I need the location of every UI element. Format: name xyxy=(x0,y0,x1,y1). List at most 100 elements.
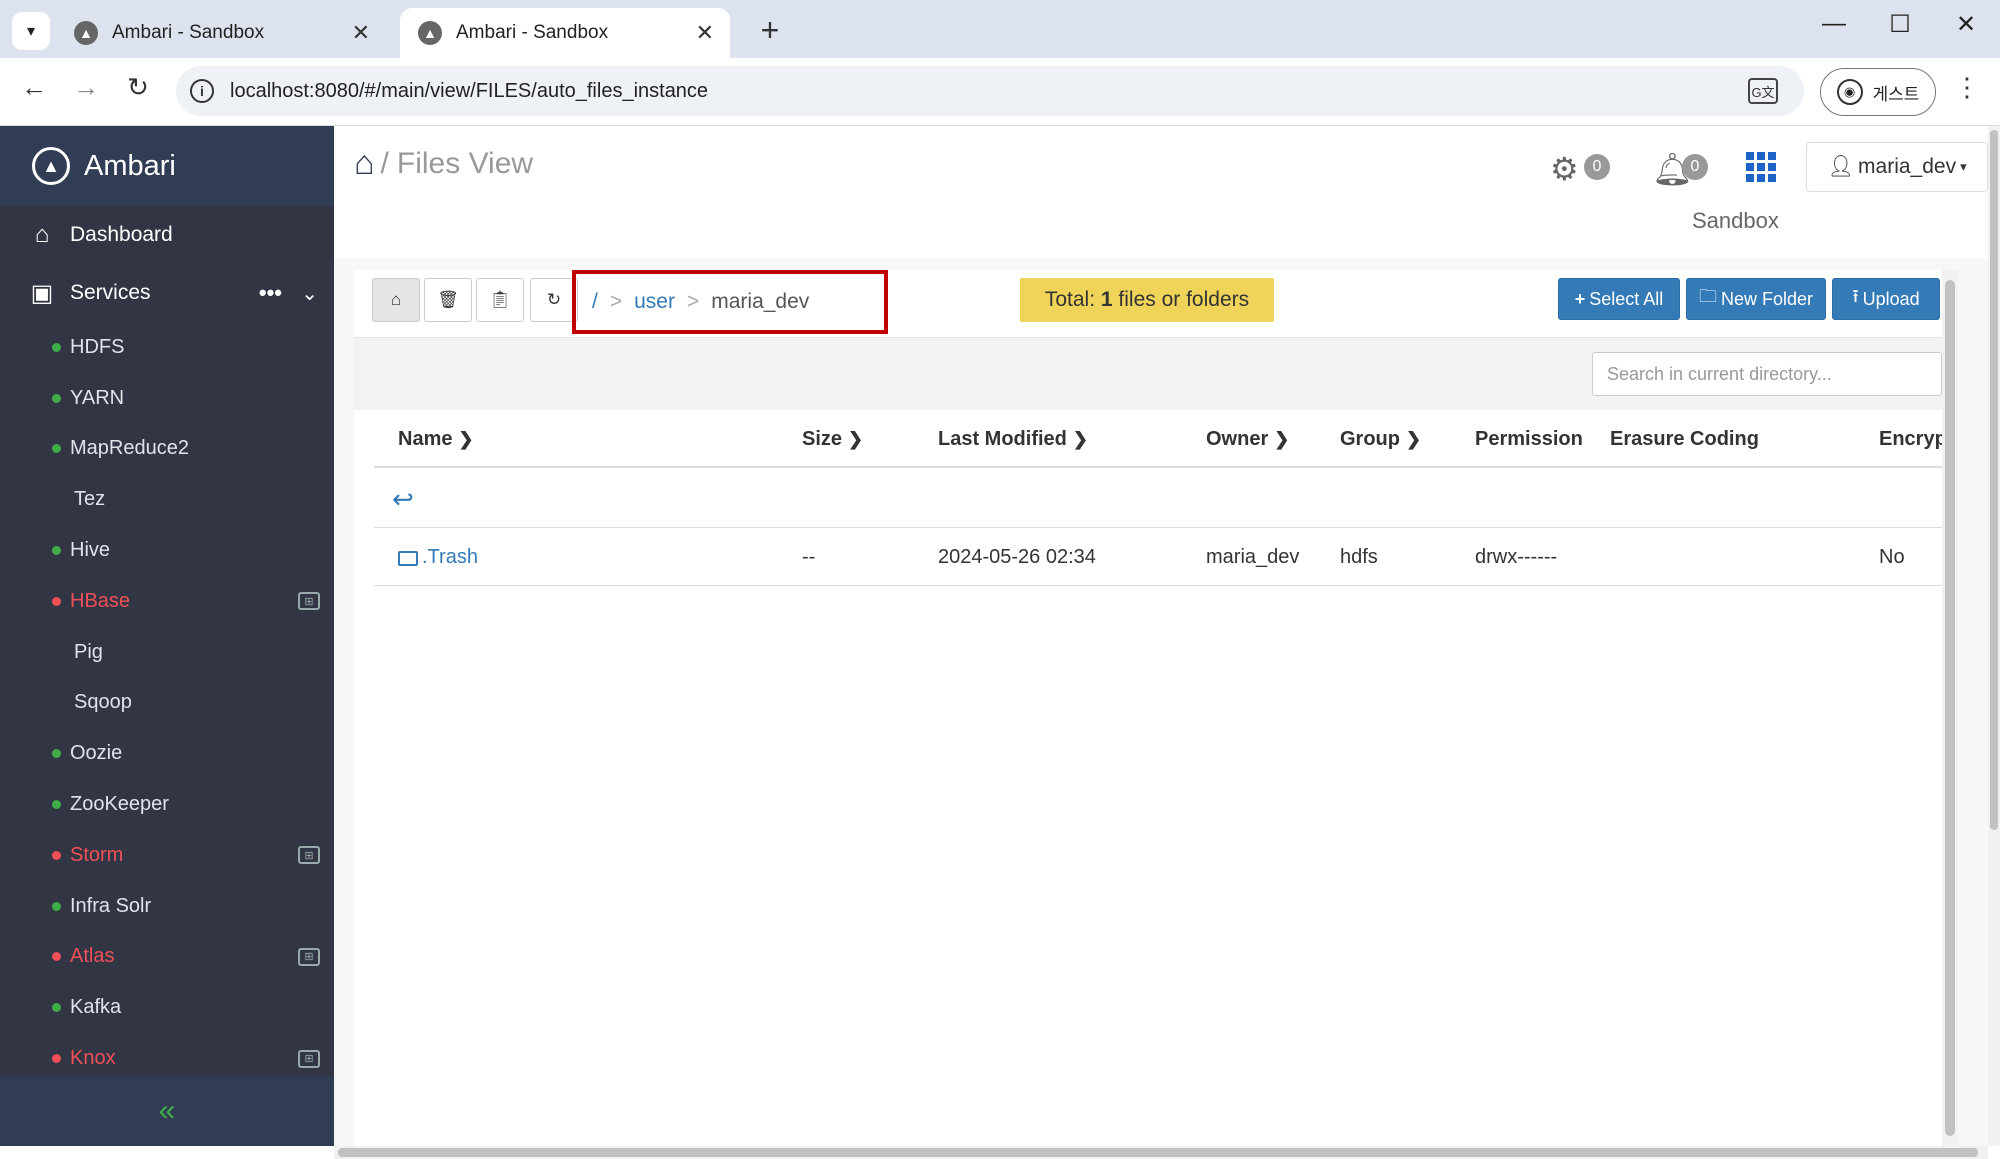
sidebar-item-label: ZooKeeper xyxy=(70,793,169,816)
sidebar-item-mapreduce2[interactable]: MapReduce2 xyxy=(0,424,334,475)
column-header-encrypted: Encryp xyxy=(1879,427,1942,450)
sidebar-item-sqoop[interactable]: Sqoop xyxy=(0,678,334,729)
reload-icon[interactable]: ↻ xyxy=(118,72,158,103)
forward-icon[interactable]: → xyxy=(66,72,106,103)
maintenance-mode-icon: ⊞ xyxy=(298,1049,320,1068)
page-title: Files View xyxy=(396,146,534,180)
sidebar-item-yarn[interactable]: YARN xyxy=(0,373,334,424)
caret-down-icon: ▾ xyxy=(1960,159,1967,174)
sidebar-item-label: HBase xyxy=(70,589,131,612)
scrollbar-thumb[interactable] xyxy=(338,1148,1978,1157)
search-input[interactable]: Search in current directory... xyxy=(1592,352,1942,396)
status-dot-icon xyxy=(52,393,61,403)
sidebar-item-label: Knox xyxy=(70,1047,116,1070)
sidebar-item-label: HDFS xyxy=(70,335,125,358)
new-folder-button[interactable]: 🗀 New Folder xyxy=(1686,278,1826,320)
top-header: ⌂ / Files View ⚙ 0 🔔︎ 0 👤︎ maria_dev ▾ S… xyxy=(334,126,1988,258)
alerts-count-badge: 0 xyxy=(1682,154,1708,180)
total-count: 1 xyxy=(1100,288,1113,311)
status-dot-icon xyxy=(52,901,61,911)
url-text[interactable]: localhost:8080/#/main/view/FILES/auto_fi… xyxy=(230,80,1748,103)
double-chevron-left-icon: « xyxy=(158,1094,176,1127)
profile-button[interactable]: ◉ 게스트 xyxy=(1820,68,1936,116)
sidebar-item-zookeeper[interactable]: ZooKeeper xyxy=(0,779,334,830)
files-view-content: ⌂ 🗑︎ 📋︎ ↻ / > user > maria_dev Total: 1 … xyxy=(334,258,1988,1146)
sidebar-item-label: Sqoop xyxy=(74,691,132,714)
site-info-icon[interactable]: i xyxy=(190,79,214,103)
minimize-icon[interactable]: — xyxy=(1814,10,1854,38)
select-all-button[interactable]: + Select All xyxy=(1558,278,1680,320)
file-name-link[interactable]: .Trash xyxy=(398,528,478,586)
browser-tab-2[interactable]: ▲ Ambari - Sandbox ✕ xyxy=(400,8,730,58)
sidebar-item-label: Kafka xyxy=(70,996,122,1019)
home-folder-button[interactable]: ⌂ xyxy=(372,278,420,322)
browser-toolbar: ← → ↻ i localhost:8080/#/main/view/FILES… xyxy=(0,58,2000,126)
tab-title: Ambari - Sandbox xyxy=(112,22,265,43)
paste-button[interactable]: 📋︎ xyxy=(476,278,524,322)
sidebar-item-tez[interactable]: Tez xyxy=(0,474,334,525)
more-icon[interactable]: ••• xyxy=(259,280,282,306)
new-tab-button[interactable]: + xyxy=(752,12,788,49)
files-toolbar: ⌂ 🗑︎ 📋︎ ↻ / > user > maria_dev Total: 1 … xyxy=(354,270,1942,338)
home-icon[interactable]: ⌂ xyxy=(354,144,375,183)
maintenance-mode-icon: ⊞ xyxy=(298,947,320,966)
collapse-sidebar-button[interactable]: « xyxy=(0,1076,334,1146)
sidebar-item-atlas[interactable]: Atlas ⊞ xyxy=(0,932,334,983)
sidebar-item-dashboard[interactable]: ⌂ Dashboard xyxy=(0,206,334,264)
ambari-favicon-icon: ▲ xyxy=(418,21,442,45)
upload-button[interactable]: ⭱ Upload xyxy=(1832,278,1940,320)
sidebar-item-pig[interactable]: Pig xyxy=(0,627,334,678)
translate-icon[interactable]: G文 xyxy=(1748,78,1778,104)
window-close-icon[interactable]: ✕ xyxy=(1946,10,1986,39)
folder-icon: 🗀 xyxy=(1698,286,1717,306)
path-root-link[interactable]: / xyxy=(592,290,598,314)
sidebar-item-hdfs[interactable]: HDFS xyxy=(0,322,334,373)
column-header-permission: Permission xyxy=(1475,427,1583,450)
column-header-owner[interactable]: Owner ❯ xyxy=(1206,410,1289,468)
reply-icon[interactable]: ↩ xyxy=(392,484,414,515)
sidebar-item-storm[interactable]: Storm ⊞ xyxy=(0,830,334,881)
column-header-size[interactable]: Size ❯ xyxy=(802,410,863,468)
close-icon[interactable]: ✕ xyxy=(696,20,714,46)
refresh-button[interactable]: ↻ xyxy=(530,278,578,322)
user-icon: 👤︎ xyxy=(1827,155,1855,178)
column-header-group[interactable]: Group ❯ xyxy=(1340,410,1421,468)
horizontal-scrollbar[interactable] xyxy=(334,1146,1988,1159)
brand[interactable]: ▲ Ambari xyxy=(0,126,334,206)
maximize-icon[interactable]: ☐ xyxy=(1880,10,1920,39)
status-dot-icon xyxy=(52,800,61,810)
back-icon[interactable]: ← xyxy=(14,72,54,103)
column-header-name[interactable]: Name ❯ xyxy=(398,410,474,468)
trash-button[interactable]: 🗑︎ xyxy=(424,278,472,322)
panel-scrollbar[interactable] xyxy=(1942,270,1958,1146)
total-count-badge: Total: 1 files or folders xyxy=(1020,278,1274,322)
parent-directory-row[interactable]: ↩ xyxy=(374,468,1942,528)
address-bar[interactable]: i localhost:8080/#/main/view/FILES/auto_… xyxy=(176,66,1804,116)
user-menu-button[interactable]: 👤︎ maria_dev ▾ xyxy=(1806,142,1988,192)
file-encrypted: No xyxy=(1879,545,1905,568)
scrollbar-thumb[interactable] xyxy=(1990,130,1998,830)
column-header-modified[interactable]: Last Modified ❯ xyxy=(938,410,1088,468)
profile-label: 게스트 xyxy=(1872,84,1920,104)
sidebar-item-kafka[interactable]: Kafka xyxy=(0,982,334,1033)
sidebar-item-hbase[interactable]: HBase ⊞ xyxy=(0,576,334,627)
path-segment-user[interactable]: user xyxy=(634,290,675,314)
table-row[interactable]: .Trash -- 2024-05-26 02:34 maria_dev hdf… xyxy=(374,528,1942,586)
scrollbar-thumb[interactable] xyxy=(1945,280,1955,1136)
sidebar-item-infra-solr[interactable]: Infra Solr xyxy=(0,881,334,932)
tab-search-button[interactable]: ▾ xyxy=(12,12,50,50)
browser-menu-icon[interactable]: ⋮ xyxy=(1954,72,1980,103)
file-size: -- xyxy=(802,545,816,568)
sidebar-item-oozie[interactable]: Oozie xyxy=(0,728,334,779)
sidebar-item-services[interactable]: ▣ Services ••• ⌄ xyxy=(0,264,334,322)
chevron-down-icon[interactable]: ⌄ xyxy=(301,281,318,306)
browser-tab-1[interactable]: ▲ Ambari - Sandbox ✕ xyxy=(56,8,386,58)
path-segment-current: maria_dev xyxy=(711,290,810,313)
close-icon[interactable]: ✕ xyxy=(352,20,370,46)
sidebar-item-hive[interactable]: Hive xyxy=(0,525,334,576)
status-dot-icon xyxy=(52,1003,61,1013)
apps-grid-icon[interactable] xyxy=(1746,152,1776,182)
gear-icon[interactable]: ⚙ xyxy=(1550,150,1579,188)
page-scrollbar[interactable] xyxy=(1988,126,2000,1146)
status-dot-icon xyxy=(52,444,61,454)
